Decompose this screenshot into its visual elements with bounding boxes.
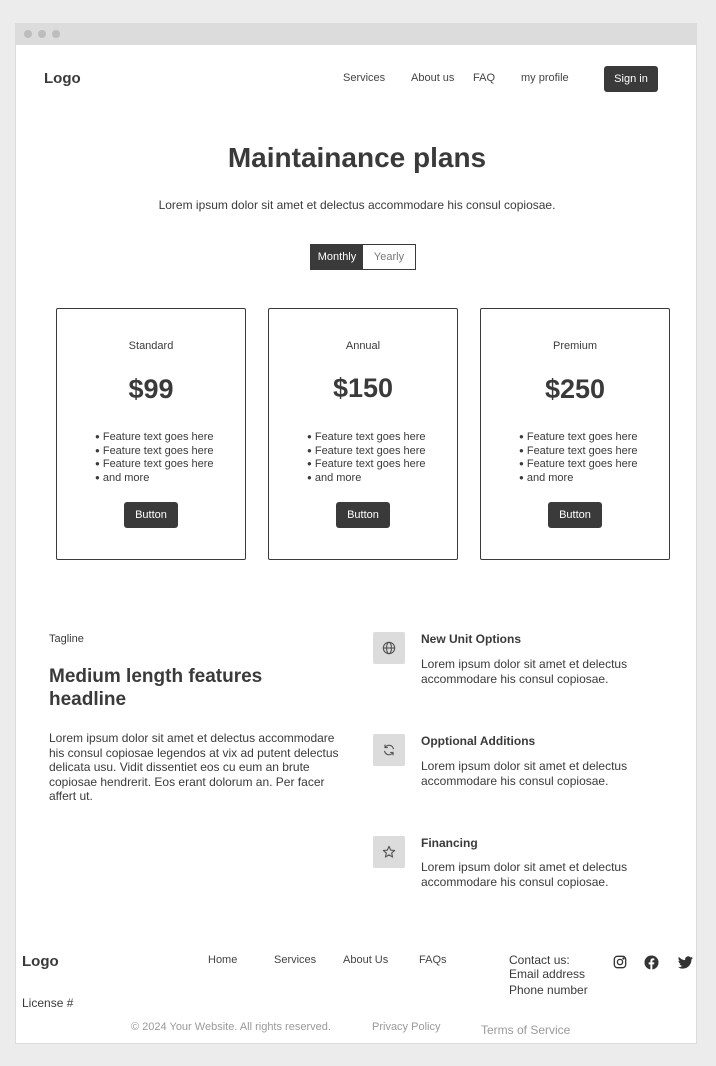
window-maximize-dot[interactable] [52, 30, 60, 38]
footer-terms-link[interactable]: Terms of Service [481, 1023, 570, 1037]
plan-feature: Feature text goes here [519, 431, 638, 445]
star-icon [373, 836, 405, 868]
plan-feature-list: Feature text goes here Feature text goes… [519, 431, 638, 485]
plan-price: $150 [332, 373, 394, 403]
footer-link-about-us[interactable]: About Us [343, 954, 388, 966]
feature-description: Lorem ipsum dolor sit amet et delectus a… [421, 657, 628, 686]
nav-my-profile[interactable]: my profile [521, 72, 569, 84]
plan-card-annual: Annual $150 Feature text goes here Featu… [268, 308, 458, 560]
twitter-icon[interactable] [677, 954, 693, 970]
plan-feature: Feature text goes here [307, 431, 426, 445]
footer-email[interactable]: Email address [509, 967, 585, 982]
plan-feature: Feature text goes here [95, 431, 214, 445]
plan-feature: Feature text goes here [519, 458, 638, 472]
feature-description: Lorem ipsum dolor sit amet et delectus a… [421, 860, 628, 889]
plan-name: Premium [552, 340, 597, 352]
nav-about-us[interactable]: About us [411, 72, 454, 84]
window-close-dot[interactable] [24, 30, 32, 38]
sign-in-button[interactable]: Sign in [604, 66, 658, 92]
plan-select-button[interactable]: Button [124, 502, 178, 528]
plan-feature: Feature text goes here [95, 458, 214, 472]
plan-feature-list: Feature text goes here Feature text goes… [307, 431, 426, 485]
plan-select-button[interactable]: Button [548, 502, 602, 528]
features-body: Lorem ipsum dolor sit amet et delectus a… [49, 731, 339, 803]
feature-description: Lorem ipsum dolor sit amet et delectus a… [421, 759, 628, 788]
plan-name: Annual [345, 340, 381, 352]
footer-license: License # [22, 996, 74, 1010]
footer-privacy-link[interactable]: Privacy Policy [372, 1021, 440, 1033]
browser-window: Logo Services About us FAQ my profile Si… [15, 23, 697, 1044]
plan-feature-list: Feature text goes here Feature text goes… [95, 431, 214, 485]
footer-contact-heading: Contact us: [509, 953, 570, 967]
toggle-yearly[interactable]: Yearly [363, 245, 415, 269]
footer-link-services[interactable]: Services [274, 954, 316, 966]
instagram-icon[interactable] [612, 954, 628, 970]
plan-price: $250 [544, 374, 606, 404]
plan-select-button[interactable]: Button [336, 502, 390, 528]
facebook-icon[interactable] [643, 954, 659, 970]
footer-link-faqs[interactable]: FAQs [419, 954, 447, 966]
toggle-monthly[interactable]: Monthly [311, 245, 363, 269]
plan-card-premium: Premium $250 Feature text goes here Feat… [480, 308, 670, 560]
page-title: Maintainance plans [227, 142, 487, 173]
nav-services[interactable]: Services [343, 72, 385, 84]
billing-period-toggle: Monthly Yearly [310, 244, 416, 270]
plan-feature: Feature text goes here [95, 445, 214, 459]
globe-icon [373, 632, 405, 664]
plan-feature: and more [519, 472, 638, 486]
plan-name: Standard [128, 340, 174, 352]
plan-feature: Feature text goes here [307, 445, 426, 459]
window-minimize-dot[interactable] [38, 30, 46, 38]
window-titlebar [16, 24, 696, 45]
plan-feature: Feature text goes here [307, 458, 426, 472]
header-logo[interactable]: Logo [44, 70, 81, 87]
refresh-icon [373, 734, 405, 766]
nav-faq[interactable]: FAQ [473, 72, 495, 84]
plan-card-standard: Standard $99 Feature text goes here Feat… [56, 308, 246, 560]
feature-title: New Unit Options [421, 632, 521, 646]
plan-feature: Feature text goes here [519, 445, 638, 459]
feature-title: Financing [421, 836, 478, 850]
plan-feature: and more [307, 472, 426, 486]
plan-feature: and more [95, 472, 214, 486]
page-subtitle: Lorem ipsum dolor sit amet et delectus a… [158, 198, 556, 212]
footer-logo[interactable]: Logo [22, 953, 59, 970]
footer-copyright: © 2024 Your Website. All rights reserved… [131, 1021, 331, 1033]
footer-phone[interactable]: Phone number [509, 983, 588, 998]
feature-title: Opptional Additions [421, 734, 536, 748]
features-tagline: Tagline [49, 633, 84, 645]
footer-link-home[interactable]: Home [208, 954, 237, 966]
features-headline: Medium length features headline [49, 666, 263, 710]
plan-price: $99 [128, 374, 174, 404]
